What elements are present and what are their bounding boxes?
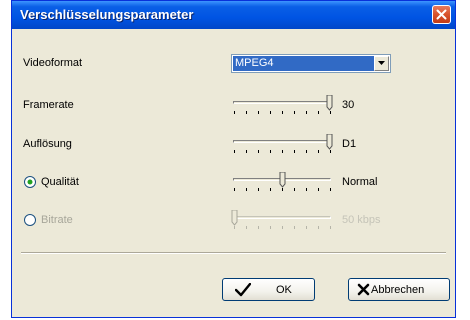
bitrate-slider[interactable] bbox=[231, 210, 333, 232]
ok-button-label: OK bbox=[276, 284, 292, 296]
slider-tick bbox=[294, 226, 295, 229]
slider-tick bbox=[282, 226, 283, 229]
slider-tick bbox=[294, 188, 295, 191]
x-mark-icon bbox=[357, 283, 370, 296]
cancel-button-label: Abbrechen bbox=[371, 284, 425, 296]
resolution-slider-ticks bbox=[234, 150, 331, 153]
resolution-slider-thumb[interactable] bbox=[326, 134, 333, 150]
slider-tick bbox=[270, 226, 271, 229]
slider-tick bbox=[246, 150, 247, 153]
framerate-label: Framerate bbox=[23, 99, 74, 111]
slider-tick bbox=[258, 150, 259, 153]
slider-tick bbox=[258, 188, 259, 191]
framerate-slider-thumb[interactable] bbox=[326, 95, 333, 111]
video-format-label: Videoformat bbox=[23, 57, 83, 69]
slider-tick bbox=[294, 111, 295, 114]
chevron-down-icon bbox=[378, 61, 385, 65]
slider-tick bbox=[294, 150, 295, 153]
quality-slider-thumb[interactable] bbox=[279, 172, 286, 188]
checkmark-icon bbox=[235, 283, 251, 297]
slider-tick bbox=[306, 150, 307, 153]
video-format-selected-value: MPEG4 bbox=[233, 56, 374, 71]
slider-tick bbox=[318, 226, 319, 229]
quality-value: Normal bbox=[342, 176, 378, 188]
quality-radio[interactable] bbox=[24, 176, 36, 188]
slider-tick bbox=[318, 188, 319, 191]
framerate-slider[interactable] bbox=[231, 95, 333, 117]
slider-tick bbox=[318, 111, 319, 114]
slider-tick bbox=[270, 111, 271, 114]
quality-slider[interactable] bbox=[231, 172, 333, 194]
slider-tick bbox=[306, 226, 307, 229]
dialog-content: Videoformat MPEG4 Framerate 30 Auflösung bbox=[15, 29, 452, 314]
video-format-dropdown-button[interactable] bbox=[374, 56, 389, 71]
slider-tick bbox=[258, 111, 259, 114]
window-title: Verschlüsselungsparameter bbox=[20, 7, 194, 22]
slider-tick bbox=[234, 226, 235, 229]
slider-tick bbox=[318, 150, 319, 153]
resolution-slider-track bbox=[233, 140, 331, 143]
slider-tick bbox=[246, 188, 247, 191]
title-bar[interactable]: Verschlüsselungsparameter bbox=[12, 1, 455, 29]
slider-tick bbox=[270, 150, 271, 153]
framerate-slider-ticks bbox=[234, 111, 331, 114]
ok-button[interactable]: OK bbox=[222, 278, 315, 301]
slider-tick bbox=[306, 188, 307, 191]
resolution-slider[interactable] bbox=[231, 134, 333, 156]
bitrate-slider-ticks bbox=[234, 226, 331, 229]
slider-tick bbox=[282, 188, 283, 191]
video-format-select[interactable]: MPEG4 bbox=[231, 54, 391, 73]
cancel-button[interactable]: Abbrechen bbox=[348, 278, 450, 301]
slider-tick bbox=[330, 226, 331, 229]
slider-tick bbox=[234, 150, 235, 153]
slider-tick bbox=[234, 111, 235, 114]
quality-label[interactable]: Qualität bbox=[41, 176, 79, 188]
slider-tick bbox=[330, 111, 331, 114]
resolution-label: Auflösung bbox=[23, 138, 72, 150]
slider-tick bbox=[330, 150, 331, 153]
slider-tick bbox=[246, 226, 247, 229]
slider-tick bbox=[234, 188, 235, 191]
framerate-slider-track bbox=[233, 101, 331, 104]
slider-tick bbox=[246, 111, 247, 114]
bitrate-label[interactable]: Bitrate bbox=[41, 214, 73, 226]
slider-tick bbox=[330, 188, 331, 191]
slider-tick bbox=[258, 226, 259, 229]
encryption-parameters-dialog: Verschlüsselungsparameter Videoformat MP… bbox=[11, 0, 456, 318]
quality-slider-ticks bbox=[234, 188, 331, 191]
slider-tick bbox=[306, 111, 307, 114]
close-button[interactable] bbox=[432, 5, 451, 24]
framerate-value: 30 bbox=[342, 99, 355, 111]
resolution-value: D1 bbox=[342, 138, 357, 150]
close-icon bbox=[436, 9, 447, 20]
bitrate-slider-track bbox=[233, 216, 331, 219]
separator bbox=[21, 252, 446, 254]
slider-tick bbox=[282, 150, 283, 153]
bitrate-radio[interactable] bbox=[24, 214, 36, 226]
bitrate-value: 50 kbps bbox=[342, 214, 381, 226]
bitrate-slider-thumb[interactable] bbox=[231, 210, 238, 226]
slider-tick bbox=[282, 111, 283, 114]
slider-tick bbox=[270, 188, 271, 191]
